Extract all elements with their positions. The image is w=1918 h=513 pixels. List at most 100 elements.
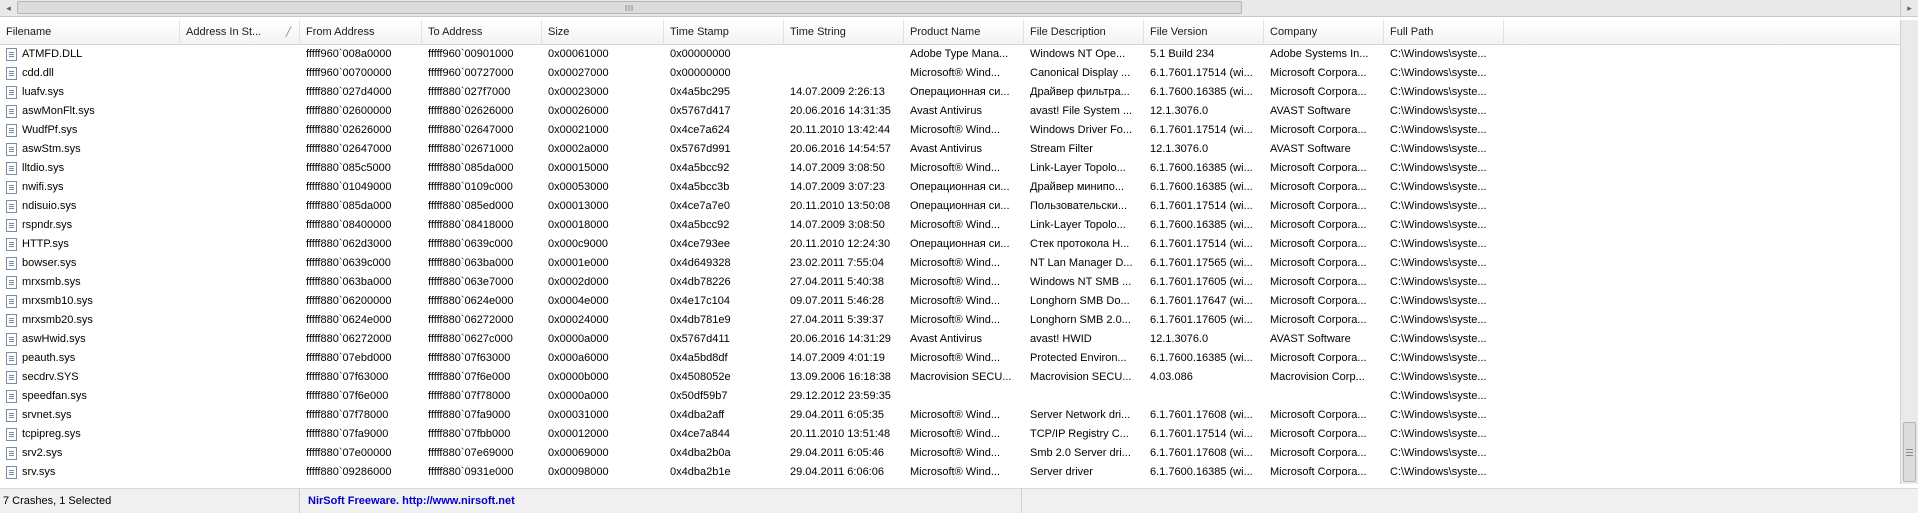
cell-text: C:\Windows\syste...	[1390, 409, 1487, 421]
table-row[interactable]: speedfan.sys fffff880`07f6e000 fffff880`07…	[0, 387, 1900, 406]
cell-text: 0x4ce7a7e0	[670, 200, 730, 212]
cell-time-string: 29.04.2011 6:06:06	[784, 463, 904, 482]
cell-file-description: Smb 2.0 Server dri...	[1024, 444, 1144, 463]
table-row[interactable]: HTTP.sys fffff880`062d3000 fffff880`0639c0…	[0, 235, 1900, 254]
cell-file-version: 6.1.7601.17605 (wi...	[1144, 311, 1264, 330]
cell-company: Microsoft Corpora...	[1264, 235, 1384, 254]
nirsoft-link[interactable]: NirSoft Freeware. http://www.nirsoft.net	[300, 489, 1022, 513]
driver-list-view[interactable]: Filename Address In St... ╱ From Address To …	[0, 20, 1900, 484]
cell-time-string: 29.04.2011 6:05:46	[784, 444, 904, 463]
cell-address-in-stack	[180, 368, 300, 387]
column-header-from-address[interactable]: From Address	[300, 20, 422, 44]
vertical-scrollbar[interactable]	[1900, 20, 1918, 484]
table-row[interactable]: aswMonFlt.sys fffff880`02600000 fffff880`0…	[0, 102, 1900, 121]
cell-text: 0x00031000	[548, 409, 609, 421]
cell-text: 27.04.2011 5:40:38	[790, 276, 884, 288]
cell-file-description: avast! HWID	[1024, 330, 1144, 349]
column-header-file-description[interactable]: File Description	[1024, 20, 1144, 44]
cell-from-address: fffff880`02626000	[300, 121, 422, 140]
column-header-full-path[interactable]: Full Path	[1384, 20, 1504, 44]
file-icon	[6, 371, 17, 384]
cell-text: tcpipreg.sys	[22, 428, 81, 440]
scroll-right-arrow-icon[interactable]: ▸	[1900, 0, 1918, 16]
cell-product-name: Microsoft® Wind...	[904, 349, 1024, 368]
cell-text: 29.12.2012 23:59:35	[790, 390, 891, 402]
column-header-to-address[interactable]: To Address	[422, 20, 542, 44]
cell-from-address: fffff880`07ebd000	[300, 349, 422, 368]
file-icon	[6, 86, 17, 99]
cell-company: Microsoft Corpora...	[1264, 216, 1384, 235]
cell-product-name: Macrovision SECU...	[904, 368, 1024, 387]
horizontal-scrollbar[interactable]: ◂ ▸	[0, 0, 1918, 17]
scroll-left-arrow-icon[interactable]: ◂	[0, 0, 17, 16]
table-row[interactable]: cdd.dll fffff960`00700000 fffff960`0072700…	[0, 64, 1900, 83]
cell-text: fffff880`07fa9000	[306, 428, 389, 440]
cell-text: AVAST Software	[1270, 143, 1351, 155]
column-header-company[interactable]: Company	[1264, 20, 1384, 44]
column-header-file-version[interactable]: File Version	[1144, 20, 1264, 44]
cell-company: Microsoft Corpora...	[1264, 159, 1384, 178]
cell-text: 0x00000000	[670, 48, 731, 60]
table-row[interactable]: srv2.sys fffff880`07e00000 fffff880`07e690…	[0, 444, 1900, 463]
cell-to-address: fffff880`07f6e000	[422, 368, 542, 387]
column-header-time-string[interactable]: Time String	[784, 20, 904, 44]
table-row[interactable]: peauth.sys fffff880`07ebd000 fffff880`07f6…	[0, 349, 1900, 368]
cell-time-stamp: 0x4e17c104	[664, 292, 784, 311]
cell-text: 0x5767d411	[670, 333, 730, 345]
table-row[interactable]: ndisuio.sys fffff880`085da000 fffff880`085…	[0, 197, 1900, 216]
cell-text: 0x00053000	[548, 181, 609, 193]
cell-text: Windows NT SMB ...	[1030, 276, 1132, 288]
table-row[interactable]: secdrv.SYS fffff880`07f63000 fffff880`07f6…	[0, 368, 1900, 387]
cell-from-address: fffff880`085da000	[300, 197, 422, 216]
table-row[interactable]: ATMFD.DLL fffff960`008a0000 fffff960`00901…	[0, 45, 1900, 64]
cell-full-path: C:\Windows\syste...	[1384, 311, 1504, 330]
cell-product-name: Avast Antivirus	[904, 102, 1024, 121]
cell-company: Microsoft Corpora...	[1264, 121, 1384, 140]
cell-time-string: 13.09.2006 16:18:38	[784, 368, 904, 387]
status-empty-panel	[1022, 489, 1918, 513]
cell-text: srvnet.sys	[22, 409, 72, 421]
table-row[interactable]: lltdio.sys fffff880`085c5000 fffff880`085d…	[0, 159, 1900, 178]
cell-text: 09.07.2011 5:46:28	[790, 295, 884, 307]
cell-text: Server Network dri...	[1030, 409, 1131, 421]
table-row[interactable]: mrxsmb.sys fffff880`063ba000 fffff880`063e…	[0, 273, 1900, 292]
table-row[interactable]: nwifi.sys fffff880`01049000 fffff880`0109c…	[0, 178, 1900, 197]
cell-time-stamp: 0x4dba2aff	[664, 406, 784, 425]
cell-product-name: Операционная си...	[904, 235, 1024, 254]
table-row[interactable]: luafv.sys fffff880`027d4000 fffff880`027f7…	[0, 83, 1900, 102]
cell-text: 12.1.3076.0	[1150, 333, 1209, 345]
cell-text: Microsoft Corpora...	[1270, 67, 1367, 79]
cell-text: Microsoft Corpora...	[1270, 466, 1367, 478]
cell-text: fffff880`063ba000	[428, 257, 514, 269]
table-row[interactable]: mrxsmb20.sys fffff880`0624e000 fffff880`06…	[0, 311, 1900, 330]
table-row[interactable]: mrxsmb10.sys fffff880`06200000 fffff880`06…	[0, 292, 1900, 311]
horizontal-scroll-thumb[interactable]	[17, 1, 1242, 14]
cell-text: Microsoft Corpora...	[1270, 181, 1367, 193]
table-row[interactable]: srvnet.sys fffff880`07f78000 fffff880`07fa…	[0, 406, 1900, 425]
table-row[interactable]: aswStm.sys fffff880`02647000 fffff880`0267…	[0, 140, 1900, 159]
cell-file-version: 6.1.7601.17565 (wi...	[1144, 254, 1264, 273]
table-row[interactable]: bowser.sys fffff880`0639c000 fffff880`063b…	[0, 254, 1900, 273]
column-header-time-stamp[interactable]: Time Stamp	[664, 20, 784, 44]
cell-file-version: 6.1.7601.17514 (wi...	[1144, 121, 1264, 140]
cell-company: Microsoft Corpora...	[1264, 349, 1384, 368]
column-header-filename[interactable]: Filename	[0, 20, 180, 44]
cell-text: Microsoft Corpora...	[1270, 428, 1367, 440]
cell-to-address: fffff880`07fbb000	[422, 425, 542, 444]
column-header-address-in-stack[interactable]: Address In St... ╱	[180, 20, 300, 44]
table-row[interactable]: aswHwid.sys fffff880`06272000 fffff880`062…	[0, 330, 1900, 349]
cell-address-in-stack	[180, 102, 300, 121]
cell-text: 6.1.7601.17514 (wi...	[1150, 200, 1253, 212]
table-row[interactable]: WudfPf.sys fffff880`02626000 fffff880`0264…	[0, 121, 1900, 140]
table-row[interactable]: rspndr.sys fffff880`08400000 fffff880`0841…	[0, 216, 1900, 235]
vertical-scroll-thumb[interactable]	[1903, 422, 1916, 482]
column-header-size[interactable]: Size	[542, 20, 664, 44]
cell-text: 6.1.7601.17608 (wi...	[1150, 447, 1253, 459]
cell-from-address: fffff880`08400000	[300, 216, 422, 235]
cell-size: 0x00015000	[542, 159, 664, 178]
cell-to-address: fffff880`063ba000	[422, 254, 542, 273]
cell-text: fffff880`027d4000	[306, 86, 392, 98]
table-row[interactable]: tcpipreg.sys fffff880`07fa9000 fffff880`07…	[0, 425, 1900, 444]
column-header-product-name[interactable]: Product Name	[904, 20, 1024, 44]
table-row[interactable]: srv.sys fffff880`09286000 fffff880`0931e00…	[0, 463, 1900, 482]
